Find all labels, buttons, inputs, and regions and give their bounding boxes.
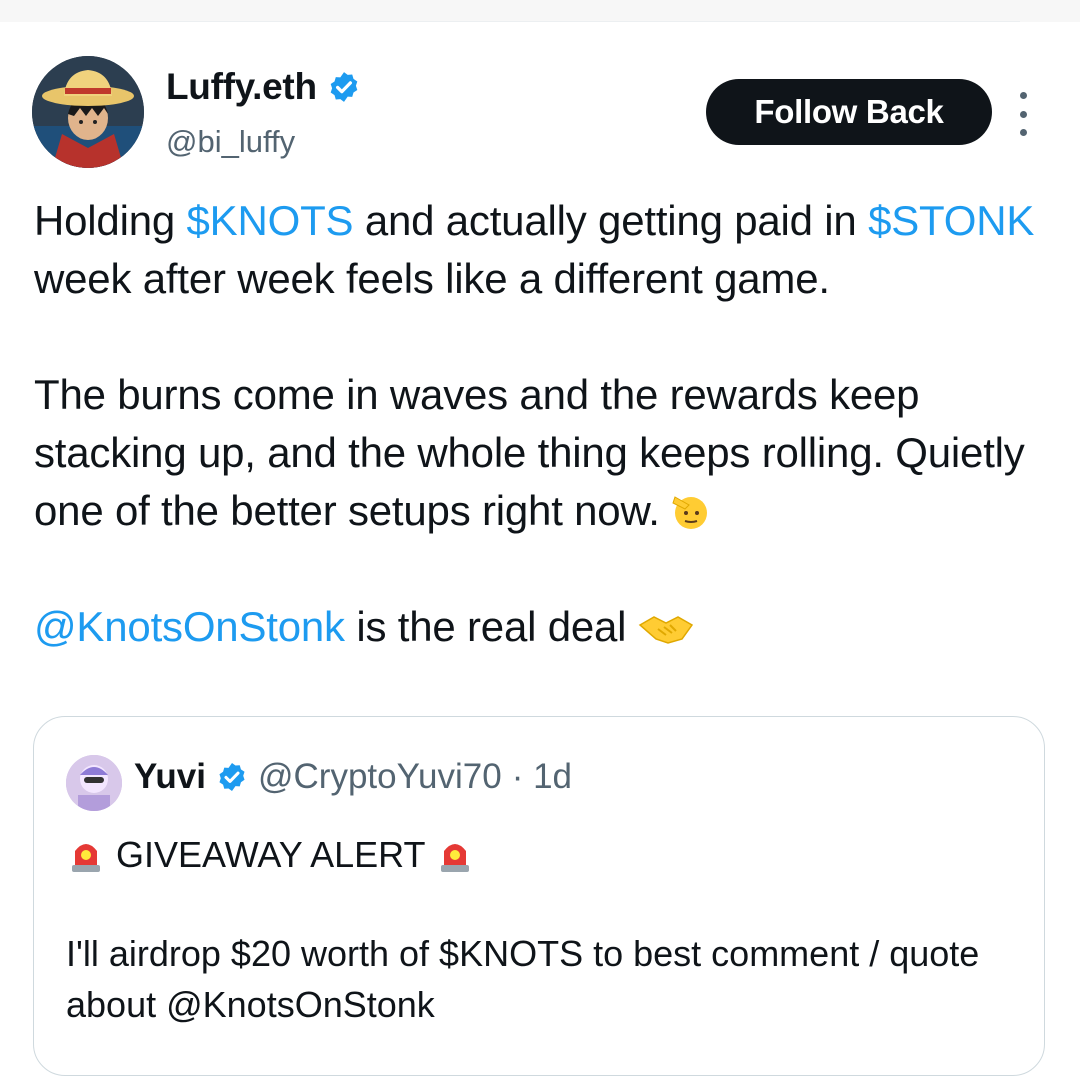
quoted-headline: GIVEAWAY ALERT xyxy=(66,829,1026,880)
quoted-timestamp[interactable]: · 1d xyxy=(512,757,572,797)
quoted-author-handle[interactable]: @CryptoYuvi70 xyxy=(258,757,502,797)
author-avatar[interactable] xyxy=(32,56,144,168)
police-siren-icon xyxy=(440,844,469,872)
tweet-paragraph-1: Holding $KNOTS and actually getting paid… xyxy=(34,192,1054,308)
dot xyxy=(1019,129,1027,136)
quoted-author-avatar[interactable] xyxy=(66,755,122,811)
text-span: Holding xyxy=(34,197,187,244)
tweet-paragraph-3: @KnotsOnStonk is the real deal xyxy=(34,598,1054,656)
headline-text: GIVEAWAY ALERT xyxy=(116,834,425,875)
tweet-paragraph-2: The burns come in waves and the rewards … xyxy=(34,366,1054,540)
yuvi-avatar-icon xyxy=(66,755,122,811)
text-span: and actually getting paid in xyxy=(353,197,857,244)
cashtag-knots[interactable]: $KNOTS xyxy=(187,197,354,244)
tweet-text: Holding $KNOTS and actually getting paid… xyxy=(34,192,1054,656)
quoted-tweet-card[interactable]: Yuvi @CryptoYuvi70 · 1d GIVEAWAY ALERT I… xyxy=(33,716,1045,1076)
verified-badge-icon xyxy=(330,72,358,102)
quoted-header: Yuvi @CryptoYuvi70 · 1d xyxy=(134,757,572,797)
follow-back-button[interactable]: Follow Back xyxy=(706,79,992,145)
quoted-body: I'll airdrop $20 worth of $KNOTS to best… xyxy=(66,933,980,1025)
text-span: The burns come in waves and the rewards … xyxy=(34,371,1025,534)
verified-badge-icon xyxy=(219,763,245,791)
top-bar xyxy=(0,0,1080,22)
dot xyxy=(1019,110,1027,118)
quoted-author-name[interactable]: Yuvi xyxy=(134,757,206,797)
saluting-face-icon xyxy=(672,496,708,529)
mention-knotsonstonk[interactable]: @KnotsOnStonk xyxy=(34,603,345,650)
straw-hat-avatar-icon xyxy=(32,56,144,168)
dot xyxy=(1019,92,1027,99)
text-span: week after week feels like a different g… xyxy=(34,255,830,302)
cashtag-stonk[interactable]: $STONK xyxy=(868,197,1034,244)
handshake-icon xyxy=(638,616,693,644)
text-span: is the real deal xyxy=(344,603,627,650)
more-options-icon[interactable] xyxy=(1010,92,1036,136)
author-name[interactable]: Luffy.eth xyxy=(166,66,317,108)
police-siren-icon xyxy=(72,844,100,872)
author-name-row[interactable]: Luffy.eth xyxy=(166,66,361,108)
quoted-text: GIVEAWAY ALERT I'll airdrop $20 worth of… xyxy=(66,829,1026,1030)
divider xyxy=(60,21,1020,22)
author-handle[interactable]: @bi_luffy xyxy=(166,124,295,160)
